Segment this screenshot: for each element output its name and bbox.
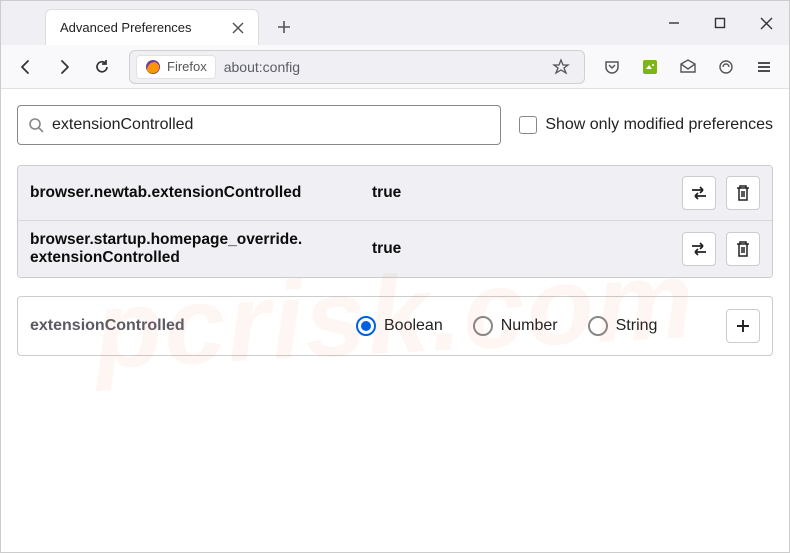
show-modified-label: Show only modified preferences xyxy=(545,116,773,134)
close-window-button[interactable] xyxy=(743,1,789,45)
delete-button[interactable] xyxy=(726,176,760,210)
radio-number[interactable]: Number xyxy=(473,316,558,336)
pref-value: true xyxy=(372,240,670,258)
minimize-button[interactable] xyxy=(651,1,697,45)
forward-button[interactable] xyxy=(47,50,81,84)
titlebar: Advanced Preferences xyxy=(1,1,789,45)
radio-icon xyxy=(588,316,608,336)
radio-icon xyxy=(356,316,376,336)
tab-title: Advanced Preferences xyxy=(60,20,192,35)
pref-row: browser.newtab.extensionControlled true xyxy=(18,166,772,221)
inbox-icon[interactable] xyxy=(671,50,705,84)
pref-search-box[interactable] xyxy=(17,105,501,145)
radio-icon xyxy=(473,316,493,336)
close-tab-icon[interactable] xyxy=(232,22,244,34)
radio-label: Boolean xyxy=(384,317,443,335)
type-radio-group: Boolean Number String xyxy=(356,316,710,336)
back-button[interactable] xyxy=(9,50,43,84)
pref-value: true xyxy=(372,184,670,202)
extension-icon[interactable] xyxy=(633,50,667,84)
about-config-content: Show only modified preferences browser.n… xyxy=(1,89,789,372)
toggle-button[interactable] xyxy=(682,232,716,266)
new-tab-button[interactable] xyxy=(269,12,299,42)
radio-label: Number xyxy=(501,317,558,335)
checkbox-icon xyxy=(519,116,537,134)
url-text: about:config xyxy=(224,59,300,75)
new-pref-name: extensionControlled xyxy=(30,317,340,335)
shield-icon[interactable] xyxy=(709,50,743,84)
pref-row: browser.startup.homepage_override.extens… xyxy=(18,221,772,277)
search-icon xyxy=(28,117,44,133)
firefox-icon xyxy=(145,59,161,75)
pref-name: browser.startup.homepage_override.extens… xyxy=(30,231,360,267)
identity-label: Firefox xyxy=(167,59,207,74)
delete-button[interactable] xyxy=(726,232,760,266)
pref-table: browser.newtab.extensionControlled true … xyxy=(17,165,773,278)
pref-name: browser.newtab.extensionControlled xyxy=(30,184,360,202)
reload-button[interactable] xyxy=(85,50,119,84)
url-bar[interactable]: Firefox about:config xyxy=(129,50,585,84)
pocket-icon[interactable] xyxy=(595,50,629,84)
search-row: Show only modified preferences xyxy=(17,105,773,145)
bookmark-star-icon[interactable] xyxy=(544,50,578,84)
pref-search-input[interactable] xyxy=(52,116,490,134)
radio-string[interactable]: String xyxy=(588,316,658,336)
toggle-button[interactable] xyxy=(682,176,716,210)
new-pref-row: extensionControlled Boolean Number Strin… xyxy=(17,296,773,356)
radio-boolean[interactable]: Boolean xyxy=(356,316,443,336)
show-modified-checkbox[interactable]: Show only modified preferences xyxy=(519,116,773,134)
radio-label: String xyxy=(616,317,658,335)
add-pref-button[interactable] xyxy=(726,309,760,343)
window-controls xyxy=(651,1,789,45)
menu-button[interactable] xyxy=(747,50,781,84)
maximize-button[interactable] xyxy=(697,1,743,45)
browser-tab[interactable]: Advanced Preferences xyxy=(45,9,259,45)
browser-toolbar: Firefox about:config xyxy=(1,45,789,89)
identity-box[interactable]: Firefox xyxy=(136,55,216,79)
